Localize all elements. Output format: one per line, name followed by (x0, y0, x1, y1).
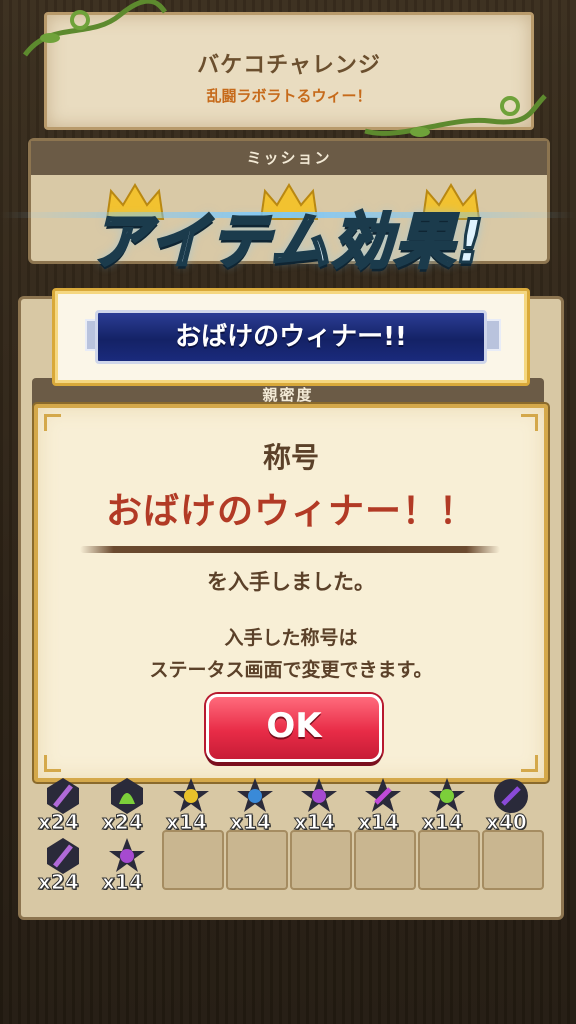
acquired-message: を入手しました。 (207, 570, 375, 594)
item-slot[interactable]: x14 (162, 772, 220, 835)
status-hint: 入手した称号は ステータス画面で変更できます。 (38, 622, 544, 686)
mission-label: ミッション (31, 141, 547, 175)
ok-button[interactable]: OK (206, 694, 382, 762)
item-slot[interactable]: x24 (98, 772, 156, 835)
item-count: x24 (102, 810, 144, 835)
item-count: x24 (38, 870, 80, 895)
item-effect-banner: アイテム効果! (89, 206, 486, 279)
empty-item-slot (162, 830, 224, 890)
empty-item-slot (482, 830, 544, 890)
dialog-corner (521, 414, 538, 431)
empty-item-slot (354, 830, 416, 890)
dialog-label: 称号 (262, 441, 319, 474)
empty-item-slot (226, 830, 288, 890)
vine-decoration-left (22, 0, 168, 57)
title-banner: おばけのウィナー!! (52, 288, 530, 386)
item-slot[interactable]: x14 (418, 772, 476, 835)
item-slot[interactable]: x14 (98, 832, 156, 895)
item-slot[interactable]: x14 (226, 772, 284, 835)
empty-item-slot (290, 830, 352, 890)
item-count: x14 (102, 870, 144, 895)
item-slot[interactable]: x24 (34, 832, 92, 895)
dialog-corner (44, 755, 61, 772)
status-hint-line2: ステータス画面で変更できます。 (149, 659, 433, 681)
dialog-corner (44, 414, 61, 431)
title-plate: おばけのウィナー!! (95, 310, 487, 364)
item-slot[interactable]: x14 (290, 772, 348, 835)
item-slot[interactable]: x40 (482, 772, 540, 835)
item-slot[interactable]: x24 (34, 772, 92, 835)
item-slot[interactable]: x14 (354, 772, 412, 835)
divider (80, 546, 500, 553)
dialog-corner (521, 755, 538, 772)
empty-item-slot (418, 830, 480, 890)
vine-decoration-right (364, 94, 547, 137)
title-acquired-dialog: 称号 おばけのウィナー！！ を入手しました。 入手した称号は ステータス画面で変… (34, 404, 548, 782)
acquired-title-name: おばけのウィナー！！ (105, 491, 476, 532)
status-hint-line1: 入手した称号は (224, 627, 358, 649)
item-count: x24 (38, 810, 80, 835)
